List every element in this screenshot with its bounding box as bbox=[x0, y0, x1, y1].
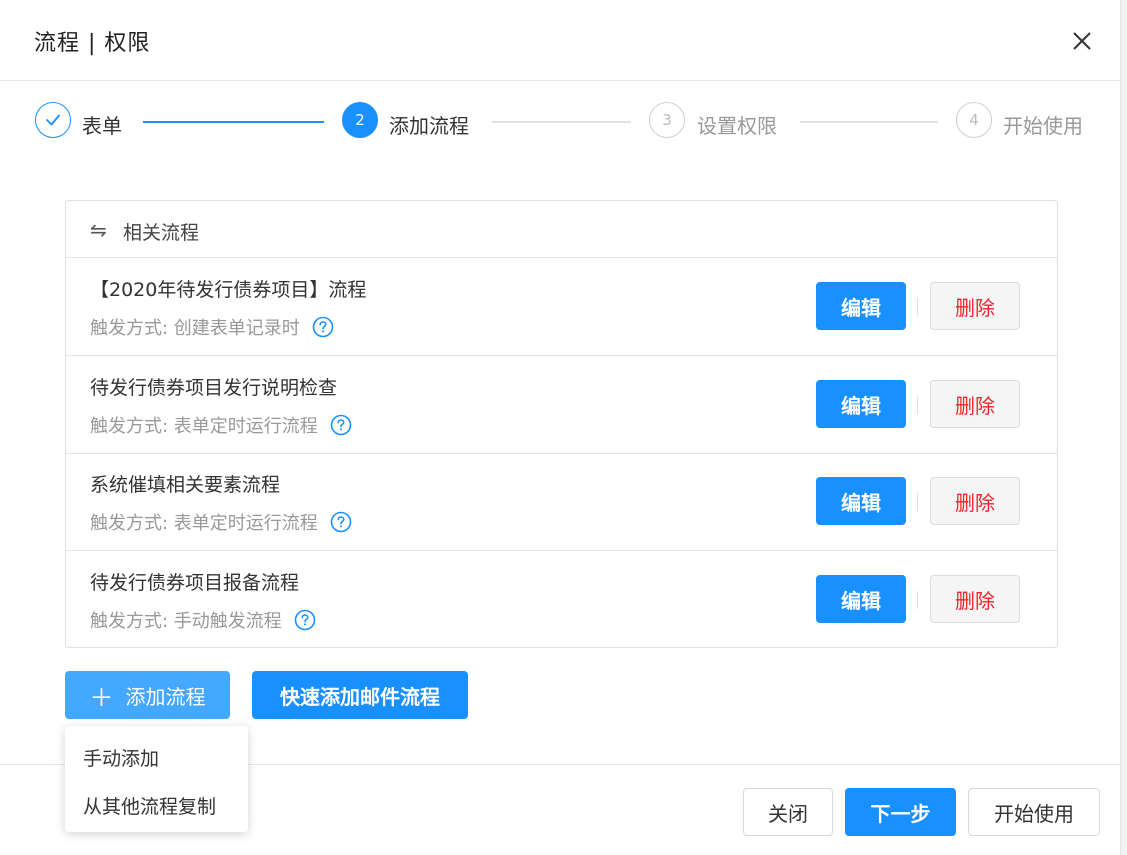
edit-button[interactable]: 编辑 bbox=[816, 575, 906, 623]
button-divider bbox=[917, 591, 918, 609]
add-flow-button[interactable]: ＋ 添加流程 bbox=[65, 671, 230, 719]
flow-trigger-text: 触发方式: 手动触发流程 bbox=[90, 611, 282, 632]
quick-add-mail-flow-button[interactable]: 快速添加邮件流程 bbox=[252, 671, 468, 719]
flow-row: 待发行债券项目发行说明检查 触发方式: 表单定时运行流程 编辑 删除 bbox=[66, 356, 1057, 454]
start-using-button[interactable]: 开始使用 bbox=[968, 788, 1100, 836]
flow-row: 系统催填相关要素流程 触发方式: 表单定时运行流程 编辑 删除 bbox=[66, 453, 1057, 551]
flow-name: 系统催填相关要素流程 bbox=[90, 474, 281, 496]
related-flows-panel: ⇋ 相关流程 【2020年待发行债券项目】流程 触发方式: 创建表单记录时 编辑… bbox=[65, 200, 1058, 648]
plus-icon: ＋ bbox=[89, 683, 114, 712]
step-4-number: 4 bbox=[956, 102, 992, 138]
step-3-number: 3 bbox=[649, 102, 685, 138]
close-icon[interactable] bbox=[1068, 27, 1096, 55]
steps-bar: 表单 2 添加流程 3 设置权限 4 开始使用 bbox=[0, 100, 1120, 146]
delete-button[interactable]: 删除 bbox=[930, 282, 1020, 330]
step-line-1 bbox=[143, 121, 324, 123]
step-2-number: 2 bbox=[342, 102, 378, 138]
edit-button[interactable]: 编辑 bbox=[816, 380, 906, 428]
close-button[interactable]: 关闭 bbox=[743, 788, 833, 836]
delete-button[interactable]: 删除 bbox=[930, 380, 1020, 428]
delete-button[interactable]: 删除 bbox=[930, 575, 1020, 623]
flow-row: 待发行债券项目报备流程 触发方式: 手动触发流程 编辑 删除 bbox=[66, 551, 1057, 649]
flow-trigger-text: 触发方式: 表单定时运行流程 bbox=[90, 513, 318, 534]
menu-item-copy-from-other-flow[interactable]: 从其他流程复制 bbox=[83, 792, 216, 819]
step-1-label: 表单 bbox=[82, 114, 122, 138]
flow-name: 待发行债券项目发行说明检查 bbox=[90, 377, 338, 399]
swap-arrows-icon: ⇋ bbox=[90, 218, 107, 242]
flow-trigger: 触发方式: 表单定时运行流程 bbox=[90, 412, 352, 438]
flow-name: 待发行债券项目报备流程 bbox=[90, 572, 300, 594]
step-1-check-icon bbox=[35, 102, 71, 138]
step-4-label: 开始使用 bbox=[1003, 114, 1083, 138]
flow-trigger: 触发方式: 表单定时运行流程 bbox=[90, 509, 352, 535]
add-flow-label: 添加流程 bbox=[125, 684, 206, 709]
button-divider bbox=[917, 298, 918, 316]
add-flow-dropdown-menu: 手动添加 从其他流程复制 bbox=[65, 726, 248, 832]
step-line-3 bbox=[800, 121, 938, 123]
dialog-header: 流程 | 权限 bbox=[0, 0, 1120, 81]
edit-button[interactable]: 编辑 bbox=[816, 477, 906, 525]
flow-trigger: 触发方式: 创建表单记录时 bbox=[90, 314, 334, 340]
delete-button[interactable]: 删除 bbox=[930, 477, 1020, 525]
help-icon[interactable] bbox=[312, 316, 334, 338]
help-icon[interactable] bbox=[330, 511, 352, 533]
dialog-title: 流程 | 权限 bbox=[34, 31, 151, 56]
scrollbar[interactable] bbox=[1120, 0, 1127, 855]
step-2-label: 添加流程 bbox=[389, 114, 469, 138]
flow-permission-dialog: 流程 | 权限 表单 2 添加流程 3 设置权限 4 开始使用 ⇋ 相关流程 【… bbox=[0, 0, 1120, 855]
next-step-button[interactable]: 下一步 bbox=[845, 788, 956, 836]
help-icon[interactable] bbox=[294, 609, 316, 631]
flow-name: 【2020年待发行债券项目】流程 bbox=[90, 279, 367, 301]
flow-trigger-text: 触发方式: 表单定时运行流程 bbox=[90, 416, 318, 437]
button-divider bbox=[917, 493, 918, 511]
panel-title: 相关流程 bbox=[123, 222, 200, 244]
edit-button[interactable]: 编辑 bbox=[816, 282, 906, 330]
help-icon[interactable] bbox=[330, 414, 352, 436]
step-line-2 bbox=[492, 121, 631, 123]
flow-row: 【2020年待发行债券项目】流程 触发方式: 创建表单记录时 编辑 删除 bbox=[66, 258, 1057, 356]
flow-trigger: 触发方式: 手动触发流程 bbox=[90, 607, 316, 633]
flow-trigger-text: 触发方式: 创建表单记录时 bbox=[90, 318, 300, 339]
menu-item-manual-add[interactable]: 手动添加 bbox=[83, 744, 159, 771]
panel-header: ⇋ 相关流程 bbox=[66, 201, 1057, 258]
step-3-label: 设置权限 bbox=[697, 114, 777, 138]
button-divider bbox=[917, 396, 918, 414]
